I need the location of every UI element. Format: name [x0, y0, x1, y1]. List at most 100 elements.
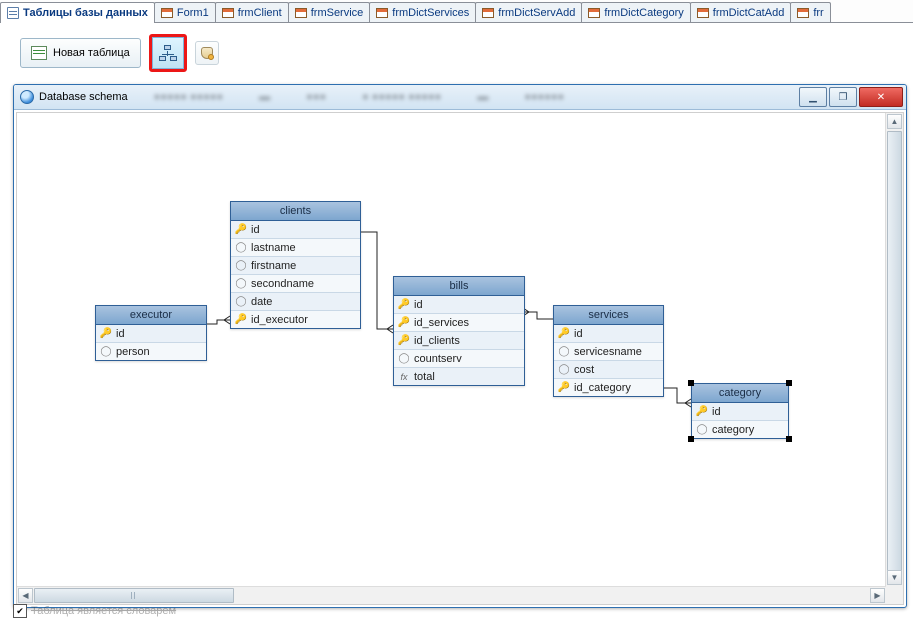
field-id_executor[interactable]: 🔑 id_executor	[231, 311, 360, 328]
field-id[interactable]: 🔑 id	[96, 325, 206, 343]
field-countserv[interactable]: ◯ countserv	[394, 350, 524, 368]
field-date[interactable]: ◯ date	[231, 293, 360, 311]
field-total[interactable]: fxtotal	[394, 368, 524, 385]
field-category[interactable]: ◯ category	[692, 421, 788, 438]
vertical-scroll-thumb[interactable]	[887, 131, 902, 571]
foreign-key-icon: 🔑	[398, 335, 410, 347]
scroll-down-icon[interactable]: ▼	[887, 570, 902, 585]
field-name: id	[414, 299, 423, 311]
tab-label: frr	[813, 7, 823, 19]
new-table-button[interactable]: Новая таблица	[20, 38, 141, 68]
table-header: services	[554, 306, 663, 325]
field-id_clients[interactable]: 🔑 id_clients	[394, 332, 524, 350]
field-id_services[interactable]: 🔑 id_services	[394, 314, 524, 332]
tab-label: frmDictCatAdd	[713, 7, 785, 19]
field-name: total	[414, 371, 435, 383]
tab-frmclient[interactable]: frmClient	[215, 2, 289, 22]
column-icon: ◯	[696, 424, 708, 436]
field-name: id	[574, 328, 583, 340]
tab-frmservice[interactable]: frmService	[288, 2, 371, 22]
field-name: date	[251, 296, 272, 308]
column-icon: ◯	[235, 278, 247, 290]
toolbar: Новая таблица	[0, 23, 913, 83]
vertical-scrollbar[interactable]: ▲ ▼	[885, 113, 903, 587]
table-executor[interactable]: executor 🔑 id ◯person	[95, 305, 207, 361]
form-icon	[161, 8, 173, 18]
tab-form1[interactable]: Form1	[154, 2, 216, 22]
tab-frmdictservadd[interactable]: frmDictServAdd	[475, 2, 582, 22]
tab-label: frmClient	[238, 7, 282, 19]
field-name: id_clients	[414, 335, 460, 347]
checkbox-icon[interactable]: ✔	[13, 604, 27, 618]
primary-key-icon: 🔑	[100, 328, 112, 340]
column-icon: ◯	[235, 260, 247, 272]
database-icon	[201, 47, 213, 59]
field-secondname[interactable]: ◯ secondname	[231, 275, 360, 293]
tab-frmdictservices[interactable]: frmDictServices	[369, 2, 476, 22]
field-name: id	[712, 406, 721, 418]
table-bills[interactable]: bills 🔑id🔑id_services🔑id_clients◯countse…	[393, 276, 525, 386]
schema-view-button[interactable]	[149, 34, 187, 72]
field-person[interactable]: ◯person	[96, 343, 206, 360]
column-icon: ◯	[235, 296, 247, 308]
primary-key-icon: 🔑	[398, 299, 410, 311]
scroll-up-icon[interactable]: ▲	[887, 114, 902, 129]
primary-key-icon: 🔑	[235, 224, 247, 236]
form-icon	[697, 8, 709, 18]
column-icon: ◯	[558, 346, 570, 358]
field-firstname[interactable]: ◯firstname	[231, 257, 360, 275]
field-id[interactable]: 🔑 id	[692, 403, 788, 421]
column-icon: ◯	[398, 353, 410, 365]
schema-window: Database schema ●●●●● ●●●●●▬●●●● ●●●●● ●…	[13, 84, 907, 608]
tab-frr[interactable]: frr	[790, 2, 830, 22]
foreign-key-icon: 🔑	[398, 317, 410, 329]
table-category[interactable]: category 🔑id◯category	[691, 383, 789, 439]
field-id[interactable]: 🔑id	[231, 221, 360, 239]
field-name: lastname	[251, 242, 296, 254]
primary-key-icon: 🔑	[696, 406, 708, 418]
table-services[interactable]: services 🔑id◯servicesname◯cost🔑id_catego…	[553, 305, 664, 397]
tab-frmdictcategory[interactable]: frmDictCategory	[581, 2, 690, 22]
table-new-icon	[31, 46, 47, 60]
tab-label: frmService	[311, 7, 364, 19]
status-text: Таблица является словарем	[31, 605, 176, 617]
field-name: countserv	[414, 353, 462, 365]
field-lastname[interactable]: ◯ lastname	[231, 239, 360, 257]
foreign-key-icon: 🔑	[235, 314, 247, 326]
field-name: cost	[574, 364, 594, 376]
field-name: id_services	[414, 317, 469, 329]
tab-таблицы-базы-данных[interactable]: Таблицы базы данных	[0, 2, 155, 23]
field-id_category[interactable]: 🔑id_category	[554, 379, 663, 396]
field-name: secondname	[251, 278, 314, 290]
maximize-button[interactable]: ❐	[829, 87, 857, 107]
form-icon	[797, 8, 809, 18]
field-servicesname[interactable]: ◯servicesname	[554, 343, 663, 361]
tab-strip: Таблицы базы данных Form1 frmClient frmServ…	[0, 0, 913, 23]
field-name: category	[712, 424, 754, 436]
minimize-button[interactable]: ▁	[799, 87, 827, 107]
window-buttons: ▁ ❐ ✕	[799, 87, 903, 107]
form-icon	[222, 8, 234, 18]
schema-canvas[interactable]: executor 🔑id◯person clients 🔑id◯lastname…	[17, 113, 886, 587]
titlebar[interactable]: Database schema ●●●●● ●●●●●▬●●●● ●●●●● ●…	[14, 85, 906, 110]
close-button[interactable]: ✕	[859, 87, 903, 107]
field-id[interactable]: 🔑 id	[394, 296, 524, 314]
tab-label: Таблицы базы данных	[23, 7, 148, 19]
tab-label: frmDictServices	[392, 7, 469, 19]
table-clients[interactable]: clients 🔑id◯lastname◯firstname◯secondnam…	[230, 201, 361, 329]
table-header: executor	[96, 306, 206, 325]
titlebar-background-text: ●●●●● ●●●●●▬●●●● ●●●●● ●●●●●▬●●●●●●	[154, 91, 565, 103]
field-cost[interactable]: ◯cost	[554, 361, 663, 379]
db-settings-button[interactable]	[195, 41, 219, 65]
tab-label: frmDictCategory	[604, 7, 683, 19]
field-name: id	[116, 328, 125, 340]
column-icon: ◯	[235, 242, 247, 254]
form-icon	[482, 8, 494, 18]
form-icon	[295, 8, 307, 18]
schema-canvas-area: executor 🔑id◯person clients 🔑id◯lastname…	[16, 112, 904, 605]
field-name: id_executor	[251, 314, 308, 326]
field-id[interactable]: 🔑id	[554, 325, 663, 343]
foreign-key-icon: 🔑	[558, 382, 570, 394]
app-icon	[20, 90, 34, 104]
tab-frmdictcatadd[interactable]: frmDictCatAdd	[690, 2, 792, 22]
